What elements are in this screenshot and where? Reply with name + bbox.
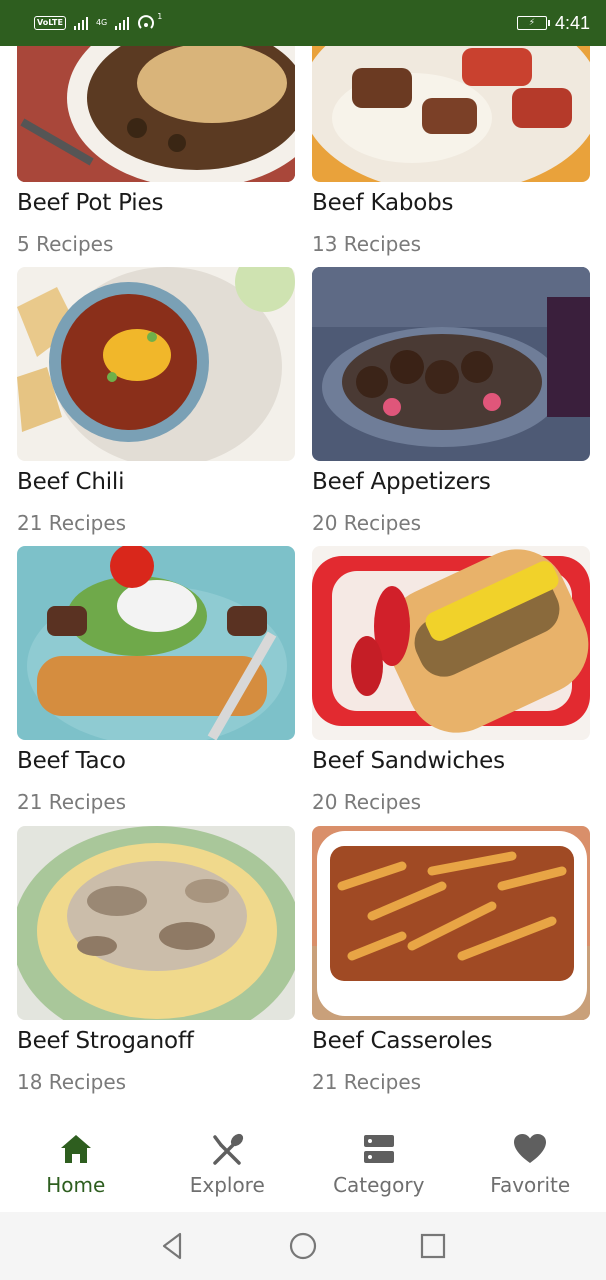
- category-title: Beef Chili: [17, 469, 125, 495]
- beef-pot-pies-image: [17, 46, 295, 182]
- category-title: Beef Kabobs: [312, 190, 454, 216]
- category-card-beef-chili[interactable]: Beef Chili 21 Recipes: [17, 267, 295, 535]
- category-card-beef-stroganoff[interactable]: Beef Stroganoff 18 Recipes: [17, 826, 295, 1094]
- category-count: 18 Recipes: [17, 1070, 127, 1094]
- nav-home[interactable]: Home: [1, 1131, 151, 1197]
- beef-appetizers-image: [312, 267, 590, 461]
- volte-badge: VoLTE: [34, 16, 66, 30]
- category-count: 20 Recipes: [312, 511, 422, 535]
- home-circle-icon[interactable]: [288, 1231, 318, 1261]
- beef-taco-image: [17, 546, 295, 740]
- category-card-beef-taco[interactable]: Beef Taco 21 Recipes: [17, 546, 295, 814]
- category-card-beef-casseroles[interactable]: Beef Casseroles 21 Recipes: [312, 826, 590, 1094]
- category-card-beef-appetizers[interactable]: Beef Appetizers 20 Recipes: [312, 267, 590, 535]
- back-icon[interactable]: [158, 1231, 188, 1261]
- beef-casseroles-image: [312, 826, 590, 1020]
- nav-home-label: Home: [46, 1173, 106, 1197]
- network-type: 4G: [95, 18, 108, 27]
- category-icon: [363, 1135, 394, 1163]
- status-bar: VoLTE 4G 1 ⚡ 4:41: [0, 0, 606, 46]
- category-count: 21 Recipes: [17, 790, 127, 814]
- status-left: VoLTE 4G 1: [34, 12, 163, 32]
- nav-category-label: Category: [333, 1173, 425, 1197]
- category-count: 21 Recipes: [312, 1070, 422, 1094]
- nav-explore-label: Explore: [189, 1173, 265, 1197]
- category-grid: Beef Pot Pies 5 Recipes Beef Kabobs 13 R…: [0, 46, 606, 1116]
- signal-icon-2: [115, 16, 130, 30]
- category-count: 21 Recipes: [17, 511, 127, 535]
- category-count: 5 Recipes: [17, 232, 114, 256]
- utensils-icon: [213, 1133, 244, 1165]
- nav-favorite[interactable]: Favorite: [455, 1131, 605, 1197]
- category-count: 13 Recipes: [312, 232, 422, 256]
- battery-icon: ⚡: [516, 16, 550, 30]
- category-title: Beef Pot Pies: [17, 190, 164, 216]
- category-title: Beef Sandwiches: [312, 748, 505, 774]
- category-card-beef-pot-pies[interactable]: Beef Pot Pies 5 Recipes: [17, 46, 295, 256]
- beef-sandwiches-image: [312, 546, 590, 740]
- bottom-navigation: Home Explore Category Favorite: [0, 1116, 606, 1212]
- category-title: Beef Appetizers: [312, 469, 491, 495]
- beef-stroganoff-image: [17, 826, 295, 1020]
- nav-explore[interactable]: Explore: [152, 1131, 302, 1197]
- recents-icon[interactable]: [418, 1231, 448, 1261]
- system-navigation-bar: [0, 1212, 606, 1280]
- category-card-beef-sandwiches[interactable]: Beef Sandwiches 20 Recipes: [312, 546, 590, 814]
- category-count: 20 Recipes: [312, 790, 422, 814]
- category-title: Beef Stroganoff: [17, 1028, 194, 1054]
- beef-chili-image: [17, 267, 295, 461]
- heart-icon: [514, 1134, 547, 1163]
- clock: 4:41: [554, 12, 590, 33]
- notification-count: 1: [157, 12, 163, 21]
- home-icon: [60, 1135, 91, 1163]
- nav-favorite-label: Favorite: [490, 1173, 571, 1197]
- status-right: ⚡ 4:41: [516, 12, 590, 34]
- category-title: Beef Casseroles: [312, 1028, 493, 1054]
- signal-icon: [73, 16, 88, 30]
- nav-category[interactable]: Category: [304, 1131, 454, 1197]
- beef-kabobs-image: [312, 46, 590, 182]
- category-card-beef-kabobs[interactable]: Beef Kabobs 13 Recipes: [312, 46, 590, 256]
- hotspot-icon: [138, 15, 155, 29]
- category-title: Beef Taco: [17, 748, 126, 774]
